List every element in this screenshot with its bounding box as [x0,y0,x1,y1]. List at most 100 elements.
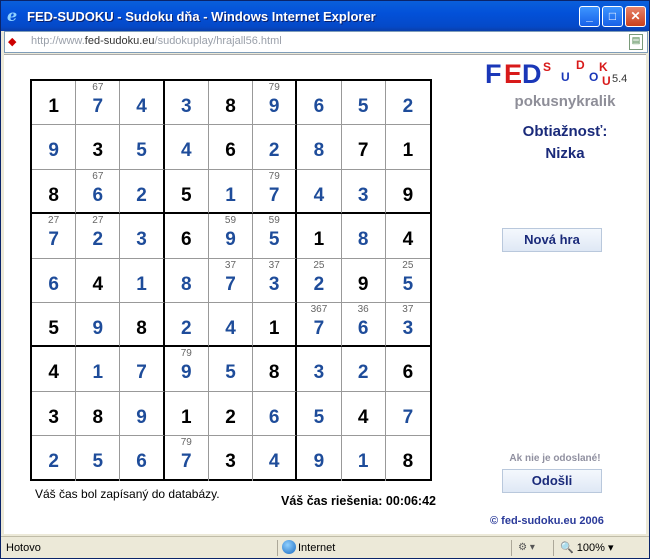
sudoku-cell[interactable]: 79 7 [165,436,209,481]
title-bar[interactable]: e FED-SUDOKU - Sudoku dňa - Windows Inte… [1,1,649,31]
sudoku-cell[interactable]: 1 [164,391,209,437]
sudoku-cell[interactable]: 9 [76,302,121,348]
sudoku-cell[interactable]: 8 [164,258,209,303]
cell-value: 3 [225,451,236,473]
sudoku-cell[interactable]: 1 [253,302,298,348]
sudoku-cell[interactable]: 5 [76,436,121,481]
sudoku-cell[interactable]: 37 7 [208,258,254,303]
sudoku-cell[interactable]: 5 [341,81,386,126]
sudoku-cell[interactable]: 1 [385,125,430,170]
sudoku-cell[interactable]: 2 [341,347,386,392]
sudoku-cell[interactable]: 6 [253,391,298,437]
sudoku-cell[interactable]: 8 [120,302,165,348]
sudoku-cell[interactable]: 8 [76,391,121,437]
sudoku-cell[interactable]: 6 [385,347,430,392]
sudoku-cell[interactable]: 3 [32,391,77,437]
sudoku-cell[interactable]: 2 [253,125,298,170]
sudoku-cell[interactable]: 2 [32,436,77,481]
sudoku-cell[interactable]: 4 [120,81,165,126]
sudoku-cell[interactable]: 7 [341,125,386,170]
sudoku-cell[interactable]: 3 [164,81,209,126]
sudoku-cell[interactable]: 4 [32,347,77,392]
sudoku-cell[interactable]: 67 6 [76,169,121,215]
sudoku-cell[interactable]: 5 [164,169,209,215]
sudoku-cell[interactable]: 3 [297,347,342,392]
sudoku-cell[interactable]: 59 5 [253,214,298,259]
sudoku-cell[interactable]: 8 [253,347,298,392]
sudoku-cell[interactable]: 5 [120,125,165,170]
sudoku-cell[interactable]: 9 [341,258,386,303]
protected-mode-icon[interactable]: ⚙ ▾ [511,540,541,556]
sudoku-cell[interactable]: 9 [297,436,342,481]
sudoku-cell[interactable]: 4 [208,302,254,348]
minimize-button[interactable]: _ [579,6,600,27]
sudoku-cell[interactable]: 9 [385,170,430,215]
sudoku-cell[interactable]: 7 [120,347,165,392]
sudoku-cell[interactable]: 6 [297,81,342,126]
security-zone[interactable]: Internet [277,540,335,556]
sudoku-cell[interactable]: 9 [120,391,165,437]
sudoku-cell[interactable]: 4 [297,169,342,215]
sudoku-cell[interactable]: 8 [341,214,386,259]
sudoku-cell[interactable]: 6 [208,125,254,170]
address-url[interactable]: http://www.fed-sudoku.eu/sudokuplay/hraj… [31,35,282,47]
sudoku-cell[interactable]: 4 [385,214,430,259]
sudoku-cell[interactable]: 3 [76,125,121,170]
copyright[interactable]: © fed-sudoku.eu 2006 [490,515,604,527]
sudoku-cell[interactable]: 37 3 [385,303,430,348]
sudoku-cell[interactable]: 5 [32,302,77,348]
sudoku-cell[interactable]: 4 [164,125,209,170]
sudoku-cell[interactable]: 5 [208,347,254,392]
sudoku-cell[interactable]: 4 [253,436,298,481]
sudoku-cell[interactable]: 37 3 [253,258,298,303]
sudoku-cell[interactable]: 4 [341,391,386,437]
url-prefix: http://www. [31,35,85,47]
sudoku-cell[interactable]: 8 [386,436,430,480]
sudoku-cell[interactable]: 7 [385,392,430,437]
sudoku-cell[interactable]: 25 2 [297,258,342,303]
sudoku-cell[interactable]: 59 9 [208,214,254,259]
sudoku-cell[interactable]: 8 [208,81,254,126]
sudoku-cell[interactable]: 1 [342,436,386,481]
sudoku-cell[interactable]: 25 5 [385,259,430,303]
compatibility-icon[interactable]: ▤ [629,34,643,50]
cell-candidates: 37 [224,259,237,271]
sudoku-cell[interactable]: 6 [120,436,165,481]
sudoku-cell[interactable]: 27 7 [32,214,77,259]
sudoku-cell[interactable]: 79 9 [164,347,209,392]
close-button[interactable]: ✕ [625,6,646,27]
sudoku-cell[interactable]: 1 [208,169,254,215]
sudoku-cell[interactable]: 79 7 [253,169,298,215]
sudoku-cell[interactable]: 1 [120,258,165,303]
sudoku-cell[interactable]: 2 [120,169,165,215]
sudoku-cell[interactable]: 4 [76,258,121,303]
new-game-button[interactable]: Nová hra [502,228,602,252]
sudoku-cell[interactable]: 6 [164,214,209,259]
sudoku-cell[interactable]: 3 [120,214,165,259]
sudoku-cell[interactable]: 8 [32,169,77,215]
sudoku-cell[interactable]: 3 [341,169,386,215]
sudoku-cell[interactable]: 79 9 [253,81,298,126]
cell-value: 9 [225,229,236,251]
sudoku-cell[interactable]: 27 2 [76,214,121,259]
sudoku-cell[interactable]: 2 [164,302,209,348]
sudoku-cell[interactable]: 367 7 [297,302,342,348]
sudoku-cell[interactable]: 9 [32,125,77,170]
zoom-control[interactable]: 🔍 100% ▾ [553,540,613,556]
sudoku-cell[interactable]: 3 [209,436,254,481]
submit-button[interactable]: Odošli [502,469,602,493]
maximize-button[interactable]: □ [602,6,623,27]
sudoku-cell[interactable]: 1 [32,81,77,126]
cell-value: 9 [313,451,325,473]
sudoku-cell[interactable]: 36 6 [341,302,386,348]
sudoku-cell[interactable]: 2 [208,391,254,437]
sudoku-cell[interactable]: 8 [297,125,342,170]
sudoku-cell[interactable]: 2 [385,81,430,126]
sudoku-cell[interactable]: 1 [76,347,121,392]
sudoku-cell[interactable]: 5 [297,391,342,437]
sudoku-cell[interactable]: 1 [297,214,342,259]
sudoku-cell[interactable]: 6 [32,258,77,303]
logo-e: E [504,59,523,89]
sudoku-cell[interactable]: 67 7 [76,81,121,126]
address-bar[interactable]: ◆ http://www.fed-sudoku.eu/sudokuplay/hr… [4,31,648,53]
